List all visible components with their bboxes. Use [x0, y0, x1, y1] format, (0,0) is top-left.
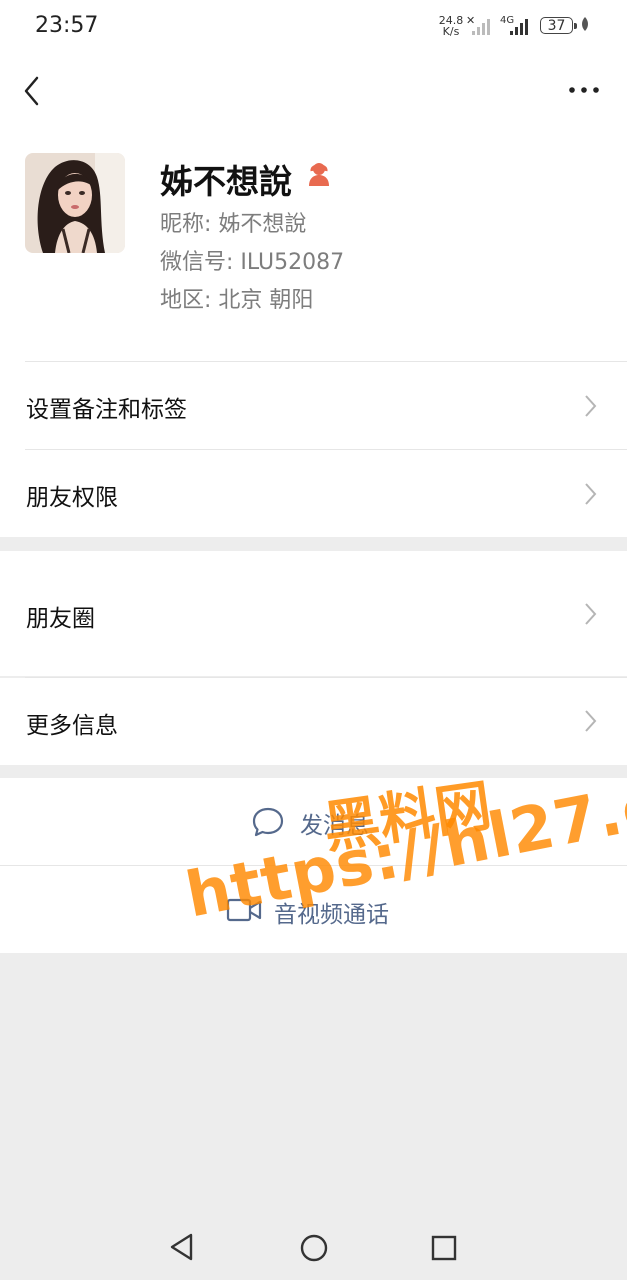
more-info-label: 更多信息: [26, 713, 118, 739]
friend-permissions-row[interactable]: 朋友权限: [0, 450, 627, 537]
set-remark-label: 设置备注和标签: [26, 397, 187, 423]
friend-permissions-label: 朋友权限: [26, 485, 118, 511]
network-speed-unit: K/s: [442, 25, 460, 38]
moments-row[interactable]: 朋友圈: [0, 551, 627, 676]
status-bar: 23:57 24.8 K/s ✕ 4G 37: [0, 0, 627, 52]
female-icon: [309, 163, 329, 186]
chevron-right-icon: [585, 710, 597, 732]
avatar[interactable]: [25, 153, 125, 253]
battery-icon: 37: [540, 17, 577, 34]
nav-recents-icon[interactable]: [430, 1234, 458, 1262]
chat-bubble-icon: [252, 807, 284, 837]
wechat-id-text: 微信号: ILU52087: [160, 250, 345, 275]
chevron-right-icon: [585, 603, 597, 625]
signal-icon: [472, 17, 496, 35]
system-navigation-bar: [0, 1210, 627, 1280]
more-options-icon[interactable]: [566, 82, 602, 98]
power-saving-icon: [582, 17, 588, 31]
nickname-text: 昵称: 姊不想說: [160, 212, 307, 237]
back-icon[interactable]: [18, 74, 48, 108]
signal-4g-icon: [510, 17, 534, 35]
profile-display-name: 姊不想說: [160, 162, 292, 201]
region-text: 地区: 北京 朝阳: [160, 288, 314, 313]
battery-level: 37: [547, 18, 566, 34]
network-speed: 24.8 K/s: [438, 15, 464, 37]
nav-home-icon[interactable]: [299, 1233, 329, 1263]
more-info-row[interactable]: 更多信息: [0, 678, 627, 765]
set-remark-row[interactable]: 设置备注和标签: [0, 362, 627, 449]
chevron-right-icon: [585, 395, 597, 417]
moments-label: 朋友圈: [26, 606, 95, 632]
status-time: 23:57: [35, 13, 99, 38]
nav-back-icon[interactable]: [168, 1232, 196, 1262]
chevron-right-icon: [585, 483, 597, 505]
